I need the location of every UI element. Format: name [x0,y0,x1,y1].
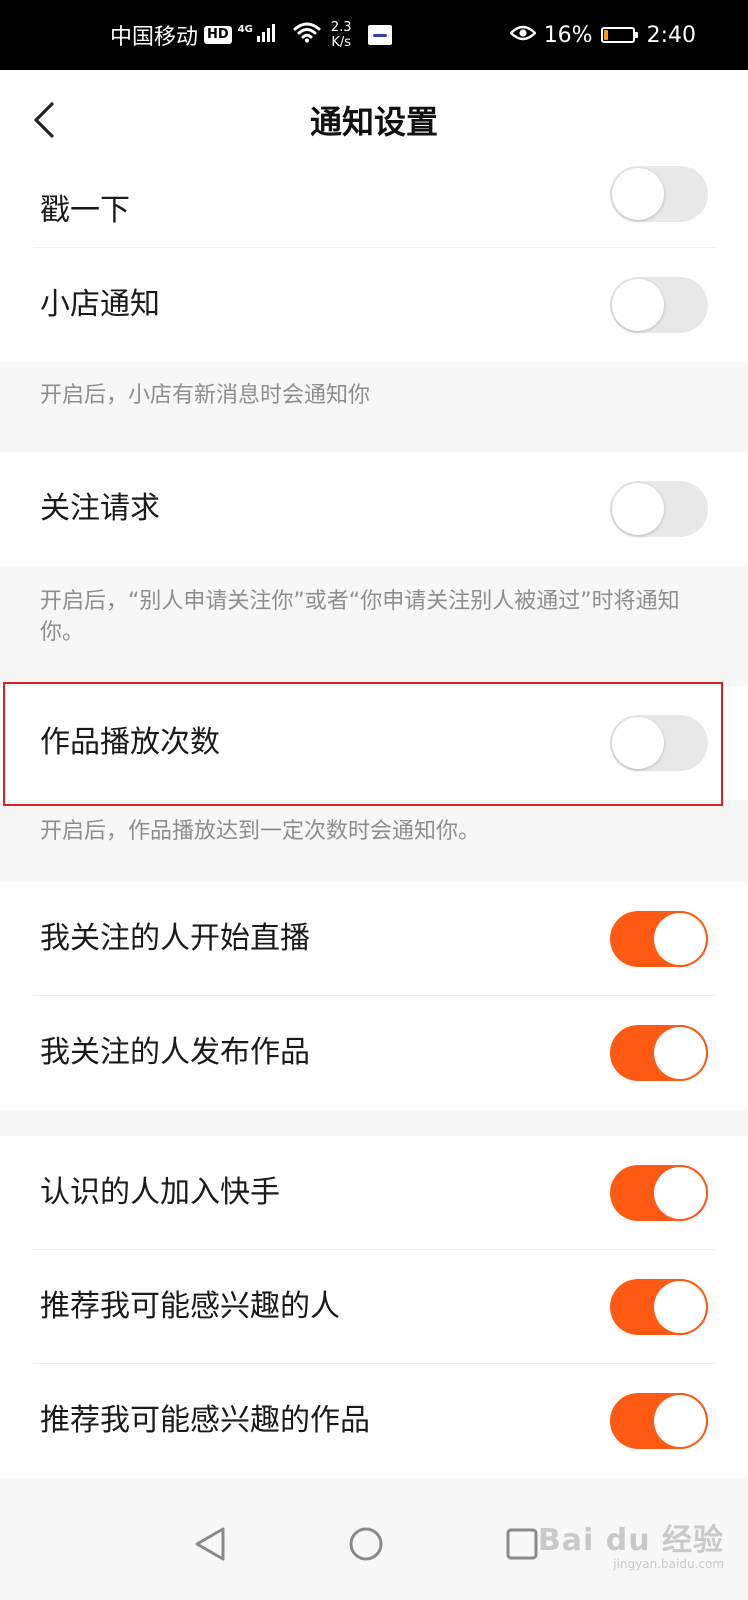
toggle-knob [612,279,664,331]
shop-notification-toggle[interactable] [610,277,708,333]
setting-row-recommend-people: 推荐我可能感兴趣的人 [0,1250,748,1364]
setting-row-recommend-works: 推荐我可能感兴趣的作品 [0,1364,748,1478]
toggle-knob [654,1027,706,1079]
setting-row-follow-request: 关注请求 [0,452,748,566]
wifi-icon [293,21,321,49]
back-triangle-icon [193,1526,227,1566]
app-notification-icon [367,25,392,45]
watermark-sub: jingyan.baidu.com [613,1557,724,1571]
signal-icon [256,22,279,48]
battery-icon [600,27,638,43]
play-count-note: 开启后，作品播放达到一定次数时会通知你。 [0,800,748,882]
hd-badge: HD [204,26,232,44]
speed-unit: K/s [331,35,352,50]
toggle-knob [654,913,706,965]
setting-row-shop: 小店通知 [0,248,748,362]
battery-percent: 16% [543,22,593,48]
setting-row-friends-join: 认识的人加入快手 [0,1136,748,1250]
watermark-main: Bai du 经验 [537,1523,724,1558]
speed-value: 2.3 [330,20,352,35]
setting-row-following-live: 我关注的人开始直播 [0,882,748,996]
setting-label: 推荐我可能感兴趣的人 [40,1289,340,1324]
toggle-knob [654,1281,706,1333]
battery-level [603,30,609,40]
network-speed: 2.3 K/s [331,20,352,50]
eye-comfort-icon [508,23,537,48]
follow-request-toggle[interactable] [610,481,708,537]
status-bar-right: 16% 2:40 [508,0,696,70]
baidu-jingyan-watermark: Bai du 经验 jingyan.baidu.com [538,1515,724,1571]
setting-row-play-count: 作品播放次数 [0,686,748,800]
settings-list: 戳一下 小店通知 开启后，小店有新消息时会通知你 关注请求 开启后，“别人申请关… [0,166,748,1478]
system-nav-bar: Bai du 经验 jingyan.baidu.com [0,1493,748,1600]
toggle-knob [612,717,664,769]
nav-home-button[interactable] [338,1518,394,1574]
recents-square-icon [505,1527,539,1565]
following-live-toggle[interactable] [610,911,708,967]
setting-label: 关注请求 [40,491,160,526]
network-type: 4G [237,24,253,35]
setting-label: 我关注的人开始直播 [40,921,310,956]
setting-row-poke: 戳一下 [0,166,748,248]
nav-back-button[interactable] [182,1518,238,1574]
poke-toggle[interactable] [610,166,708,222]
status-bar-left: 中国移动 HD 4G 2.3 K/s [110,0,392,70]
toggle-knob [612,168,664,220]
status-bar: 中国移动 HD 4G 2.3 K/s 16% 2:40 [0,0,748,70]
recommend-people-toggle[interactable] [610,1279,708,1335]
shop-notification-note: 开启后，小店有新消息时会通知你 [0,362,748,452]
toggle-knob [654,1395,706,1447]
setting-label: 小店通知 [40,287,160,322]
friends-join-toggle[interactable] [610,1165,708,1221]
setting-label: 作品播放次数 [40,725,220,760]
section-gap [0,1110,748,1136]
setting-label: 认识的人加入快手 [40,1175,280,1210]
following-post-toggle[interactable] [610,1025,708,1081]
setting-label: 推荐我可能感兴趣的作品 [40,1403,370,1438]
home-circle-icon [348,1526,384,1566]
setting-row-following-post: 我关注的人发布作品 [0,996,748,1110]
follow-request-note: 开启后，“别人申请关注你”或者“你申请关注别人被通过”时将通知你。 [0,566,748,686]
clock: 2:40 [646,22,696,48]
carrier-name: 中国移动 [110,25,199,50]
toggle-knob [654,1167,706,1219]
toggle-knob [612,483,664,535]
recommend-works-toggle[interactable] [610,1393,708,1449]
setting-label: 我关注的人发布作品 [40,1035,310,1070]
play-count-toggle[interactable] [610,715,708,771]
